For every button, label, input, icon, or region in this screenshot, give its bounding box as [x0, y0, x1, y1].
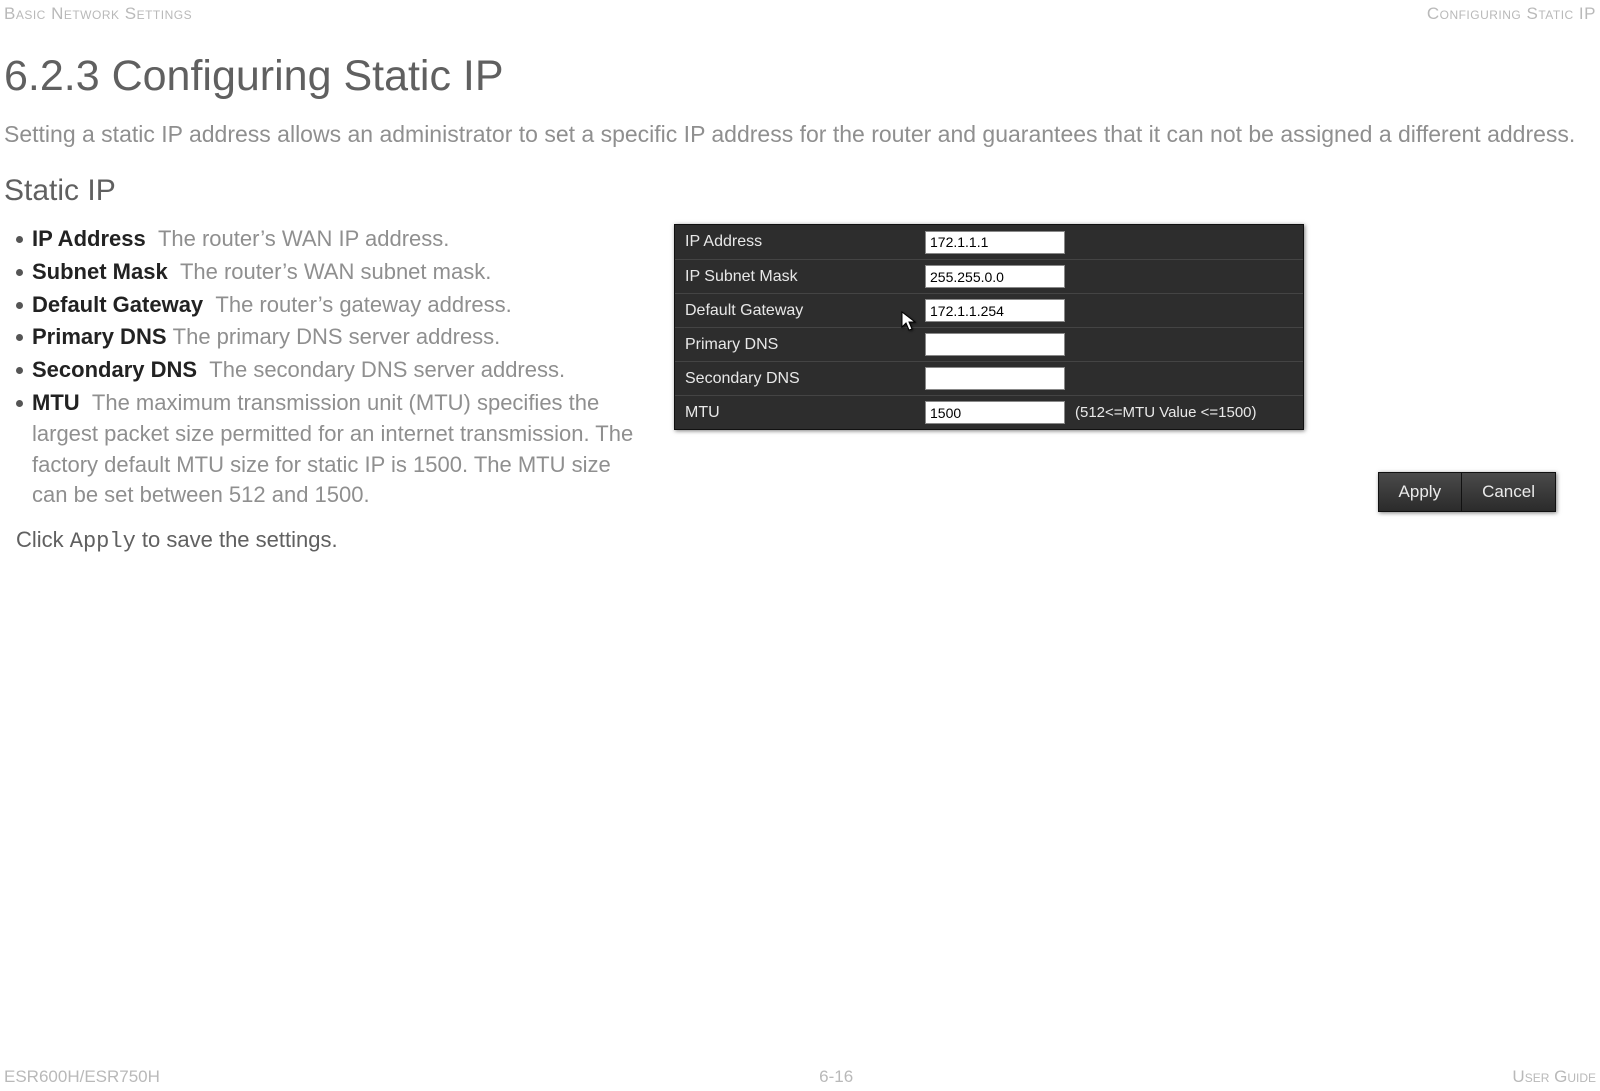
list-item: Primary DNS The primary DNS server addre…: [4, 322, 644, 353]
list-item: MTU The maximum transmission unit (MTU) …: [4, 388, 644, 511]
running-header: Basic Network Settings Configuring Stati…: [0, 0, 1600, 24]
form-label: IP Subnet Mask: [675, 268, 925, 286]
page-title: 6.2.3 Configuring Static IP: [0, 24, 1600, 119]
desc: The router’s gateway address.: [215, 292, 511, 317]
header-right: Configuring Static IP: [1427, 4, 1596, 24]
section-heading: Static IP: [0, 168, 1600, 224]
footer-left: ESR600H/ESR750H: [4, 1067, 160, 1087]
term: MTU: [32, 390, 80, 415]
mtu-hint: (512<=MTU Value <=1500): [1075, 404, 1257, 421]
primary-dns-input[interactable]: [925, 333, 1065, 356]
form-label: Primary DNS: [675, 336, 925, 354]
form-row-secondary-dns: Secondary DNS: [675, 361, 1303, 395]
subnet-mask-input[interactable]: [925, 265, 1065, 288]
cancel-button[interactable]: Cancel: [1461, 473, 1555, 511]
form-label: Default Gateway: [675, 302, 925, 320]
list-item: Default Gateway The router’s gateway add…: [4, 290, 644, 321]
mtu-input[interactable]: [925, 401, 1065, 424]
body-row: IP Address The router’s WAN IP address. …: [0, 224, 1600, 554]
default-gateway-input[interactable]: [925, 299, 1065, 322]
description-column: IP Address The router’s WAN IP address. …: [4, 224, 644, 554]
term: Primary DNS: [32, 324, 167, 349]
ip-address-input[interactable]: [925, 231, 1065, 254]
static-ip-form: IP Address IP Subnet Mask Default Gatewa…: [674, 224, 1304, 430]
list-item: Secondary DNS The secondary DNS server a…: [4, 355, 644, 386]
form-row-mtu: MTU (512<=MTU Value <=1500): [675, 395, 1303, 429]
form-button-bar: Apply Cancel: [1378, 472, 1556, 512]
form-row-subnet-mask: IP Subnet Mask: [675, 259, 1303, 293]
screenshot-column: IP Address IP Subnet Mask Default Gatewa…: [674, 224, 1596, 554]
list-item: IP Address The router’s WAN IP address.: [4, 224, 644, 255]
form-row-primary-dns: Primary DNS: [675, 327, 1303, 361]
apply-post: to save the settings.: [136, 527, 338, 552]
term: IP Address: [32, 226, 146, 251]
page: Basic Network Settings Configuring Stati…: [0, 0, 1600, 1091]
apply-button[interactable]: Apply: [1379, 473, 1462, 511]
desc: The router’s WAN IP address.: [158, 226, 449, 251]
term: Secondary DNS: [32, 357, 197, 382]
header-left: Basic Network Settings: [4, 4, 192, 24]
intro-paragraph: Setting a static IP address allows an ad…: [0, 119, 1600, 168]
desc: The router’s WAN subnet mask.: [180, 259, 491, 284]
form-label: Secondary DNS: [675, 370, 925, 388]
desc: The secondary DNS server address.: [209, 357, 565, 382]
form-row-default-gateway: Default Gateway: [675, 293, 1303, 327]
apply-pre: Click: [16, 527, 70, 552]
form-label: MTU: [675, 404, 925, 422]
footer-center: 6-16: [819, 1067, 853, 1087]
desc: The maximum transmission unit (MTU) spec…: [32, 390, 633, 507]
apply-cmd: Apply: [70, 529, 136, 554]
form-label: IP Address: [675, 233, 925, 251]
secondary-dns-input[interactable]: [925, 367, 1065, 390]
field-description-list: IP Address The router’s WAN IP address. …: [4, 224, 644, 511]
apply-instruction: Click Apply to save the settings.: [4, 513, 644, 554]
footer-right: User Guide: [1512, 1067, 1596, 1087]
list-item: Subnet Mask The router’s WAN subnet mask…: [4, 257, 644, 288]
term: Subnet Mask: [32, 259, 168, 284]
term: Default Gateway: [32, 292, 203, 317]
form-row-ip-address: IP Address: [675, 225, 1303, 259]
running-footer: ESR600H/ESR750H 6-16 User Guide: [4, 1067, 1596, 1087]
desc: The primary DNS server address.: [173, 324, 501, 349]
